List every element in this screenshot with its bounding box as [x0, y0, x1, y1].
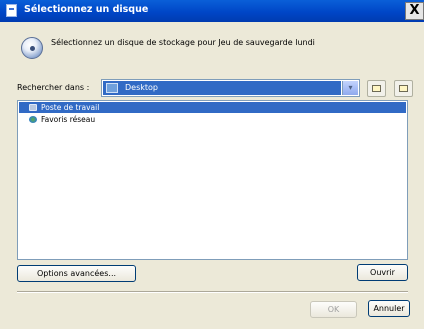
file-list[interactable]: Poste de travail Favoris réseau [17, 100, 408, 260]
header-instruction: Sélectionnez un disque de stockage pour … [51, 38, 315, 47]
disk-icon [21, 37, 43, 59]
separator [17, 291, 408, 293]
advanced-options-button[interactable]: Options avancées... [17, 265, 136, 282]
list-item-label: Poste de travail [41, 103, 100, 112]
open-button[interactable]: Ouvrir [357, 264, 408, 281]
list-item[interactable]: Poste de travail [19, 102, 406, 113]
location-selected-label: Desktop [125, 83, 158, 92]
new-folder-button[interactable] [394, 80, 413, 97]
desktop-icon [106, 83, 118, 93]
list-item-label: Favoris réseau [41, 115, 96, 124]
location-selected-value: Desktop [103, 81, 341, 95]
cancel-button[interactable]: Annuler [368, 300, 410, 317]
list-item[interactable]: Favoris réseau [19, 114, 406, 125]
search-in-label: Rechercher dans : [17, 83, 90, 92]
window-title: Sélectionnez un disque [24, 4, 149, 15]
select-disk-dialog: Sélectionnez un disque X Sélectionnez un… [0, 0, 424, 329]
ok-button[interactable]: OK [310, 301, 357, 318]
up-folder-button[interactable] [367, 80, 386, 97]
location-combobox[interactable]: Desktop ▾ [101, 79, 360, 97]
chevron-down-icon[interactable]: ▾ [342, 81, 358, 95]
new-folder-icon [399, 85, 408, 92]
network-icon [29, 116, 37, 123]
close-button[interactable]: X [405, 2, 424, 20]
computer-icon [29, 104, 37, 111]
window-icon [6, 4, 17, 17]
title-bar[interactable]: Sélectionnez un disque X [0, 0, 424, 22]
up-folder-icon [372, 85, 381, 92]
